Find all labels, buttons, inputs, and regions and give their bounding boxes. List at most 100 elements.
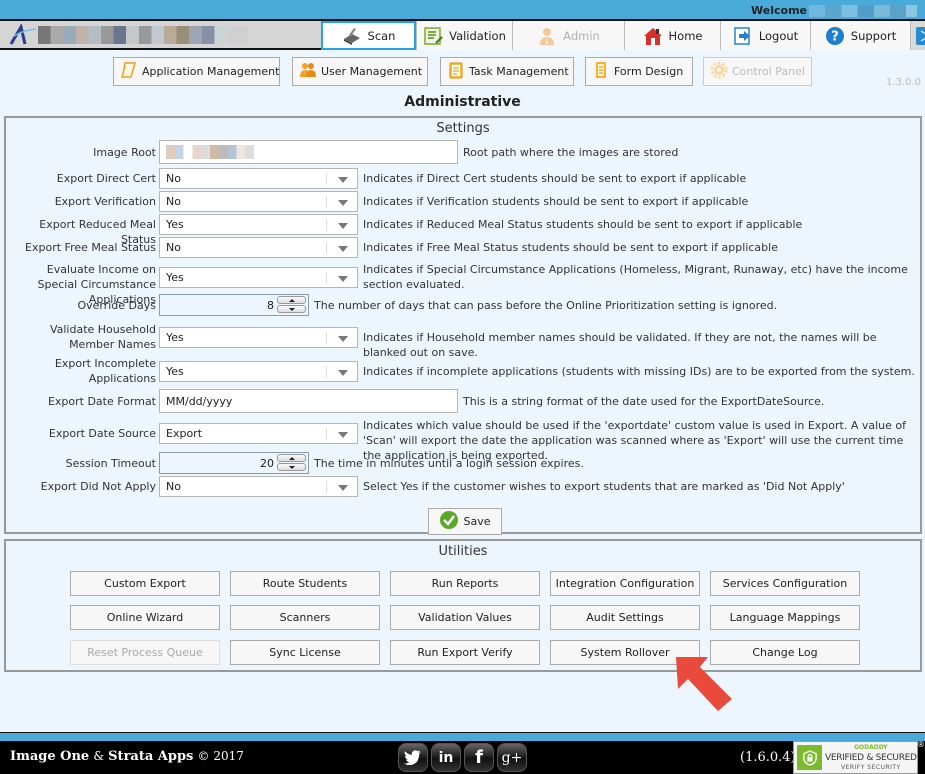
user-management-label: User Management	[321, 65, 423, 78]
online-wizard-button[interactable]: Online Wizard	[70, 605, 220, 630]
custom-export-button[interactable]: Custom Export	[70, 571, 220, 596]
welcome-banner: Welcome	[751, 4, 917, 17]
clipboard-icon	[447, 61, 465, 82]
increment-button[interactable]	[277, 454, 306, 462]
app-version: (1.6.0.4)	[740, 750, 796, 765]
tab-home[interactable]: Home	[624, 21, 720, 50]
setting-label: Export Verification	[54, 195, 156, 208]
task-management-button[interactable]: Task Management	[440, 57, 574, 86]
export-incomplete-select[interactable]: Yes	[159, 361, 358, 382]
svg-text:?: ?	[831, 29, 839, 44]
utilities-panel: Utilities Custom Export Route Students Run…	[4, 539, 922, 672]
linkedin-icon[interactable]: in	[431, 743, 461, 772]
setting-label: Export Date Format	[47, 395, 156, 408]
sync-license-button[interactable]: Sync License	[230, 640, 380, 665]
gear-icon	[710, 61, 728, 82]
image-root-input[interactable]	[159, 140, 458, 164]
control-panel-button[interactable]: Control Panel	[703, 57, 812, 86]
tab-scan[interactable]: Scan	[321, 21, 416, 50]
export-free-meal-status-select[interactable]: No	[159, 237, 358, 258]
chevron-down-icon	[338, 246, 348, 252]
run-reports-button[interactable]: Run Reports	[390, 571, 540, 596]
chevron-down-icon	[338, 370, 348, 376]
session-timeout-stepper[interactable]: 20	[159, 452, 309, 474]
setting-label: Export Direct Cert	[56, 172, 156, 185]
footer-strip	[0, 732, 925, 741]
export-reduced-meal-status-select[interactable]: Yes	[159, 214, 358, 235]
admin-user-icon	[537, 26, 557, 46]
logo-text-redacted	[38, 26, 248, 44]
select-value: No	[166, 241, 181, 254]
setting-description: Indicates if Special Circumstance Applic…	[363, 263, 908, 291]
tab-validation[interactable]: Validation	[416, 21, 512, 50]
top-strip: Welcome	[0, 0, 925, 21]
application-management-button[interactable]: Application Management	[113, 57, 280, 86]
override-days-stepper[interactable]: 8	[159, 294, 309, 316]
footer: Image One & Strata Apps © 2017 in f g+ (…	[0, 740, 925, 774]
export-date-source-select[interactable]: Export	[159, 423, 358, 444]
settings-title: Settings	[436, 121, 490, 136]
audit-settings-button[interactable]: Audit Settings	[550, 605, 700, 630]
copyright: Image One & Strata Apps © 2017	[10, 749, 244, 764]
select-value: Yes	[166, 331, 184, 344]
decrement-button[interactable]	[277, 463, 306, 471]
bluetooth-icon	[915, 26, 925, 45]
task-management-label: Task Management	[469, 65, 569, 78]
setting-label: Export Free Meal Status	[25, 241, 156, 254]
tab-support-label: Support	[850, 28, 897, 43]
setting-description: Root path where the images are stored	[463, 146, 679, 159]
setting-description: This is a string format of the date used…	[463, 395, 825, 408]
export-did-not-apply-select[interactable]: No	[159, 476, 358, 497]
integration-configuration-button[interactable]: Integration Configuration	[550, 571, 700, 596]
reset-process-queue-button[interactable]: Reset Process Queue	[70, 640, 220, 665]
decrement-button[interactable]	[277, 305, 306, 313]
select-value: Export	[166, 427, 203, 440]
stepper-buttons	[277, 454, 306, 471]
services-configuration-button[interactable]: Services Configuration	[710, 571, 860, 596]
godaddy-security-badge[interactable]: GODADDY VERIFIED & SECURED VERIFY SECURI…	[793, 740, 925, 774]
help-icon: ?	[825, 26, 845, 46]
scanners-button[interactable]: Scanners	[230, 605, 380, 630]
utilities-title: Utilities	[438, 544, 488, 559]
export-verification-select[interactable]: No	[159, 191, 358, 212]
brand-image-one: Image One	[10, 749, 90, 764]
run-export-verify-button[interactable]: Run Export Verify	[390, 640, 540, 665]
increment-button[interactable]	[277, 296, 306, 304]
logo-icon	[8, 23, 37, 46]
validation-values-button[interactable]: Validation Values	[390, 605, 540, 630]
form-icon	[592, 61, 610, 82]
evaluate-income-select[interactable]: Yes	[159, 267, 358, 288]
form-design-button[interactable]: Form Design	[585, 57, 693, 86]
document-icon	[120, 61, 138, 82]
lock-icon	[797, 745, 822, 770]
language-mappings-button[interactable]: Language Mappings	[710, 605, 860, 630]
stepper-value: 20	[260, 456, 274, 470]
setting-description: The number of days that can pass before …	[314, 299, 778, 312]
scanner-icon	[342, 26, 362, 46]
tab-support[interactable]: ? Support	[810, 21, 910, 50]
chevron-down-icon	[338, 200, 348, 206]
setting-label: Override Days	[77, 299, 156, 312]
google-plus-icon[interactable]: g+	[497, 743, 527, 772]
nav-tabs: Scan Validation Admin Home Logout ? Supp…	[321, 21, 925, 50]
facebook-icon[interactable]: f	[464, 743, 494, 772]
user-management-button[interactable]: User Management	[292, 57, 428, 86]
setting-description: Indicates if Household member names shou…	[363, 331, 877, 359]
export-direct-cert-select[interactable]: No	[159, 168, 358, 189]
export-date-format-input[interactable]: MM/dd/yyyy	[159, 389, 458, 413]
validate-household-select[interactable]: Yes	[159, 327, 358, 348]
admin-version: 1.3.0.0	[886, 77, 921, 88]
user-name-redacted	[809, 4, 917, 17]
app-logo[interactable]	[8, 23, 258, 46]
save-button[interactable]: Save	[428, 508, 502, 535]
form-design-label: Form Design	[614, 65, 684, 78]
setting-description: Indicates if Verification students shoul…	[363, 195, 749, 208]
setting-label: Validate Household Member Names	[49, 323, 156, 351]
control-panel-label: Control Panel	[732, 65, 805, 78]
route-students-button[interactable]: Route Students	[230, 571, 380, 596]
setting-description: Select Yes if the customer wishes to exp…	[363, 480, 845, 493]
tab-logout[interactable]: Logout	[720, 21, 810, 50]
tab-admin[interactable]: Admin	[512, 21, 624, 50]
twitter-icon[interactable]	[398, 743, 428, 772]
bluetooth-button[interactable]	[910, 21, 925, 50]
